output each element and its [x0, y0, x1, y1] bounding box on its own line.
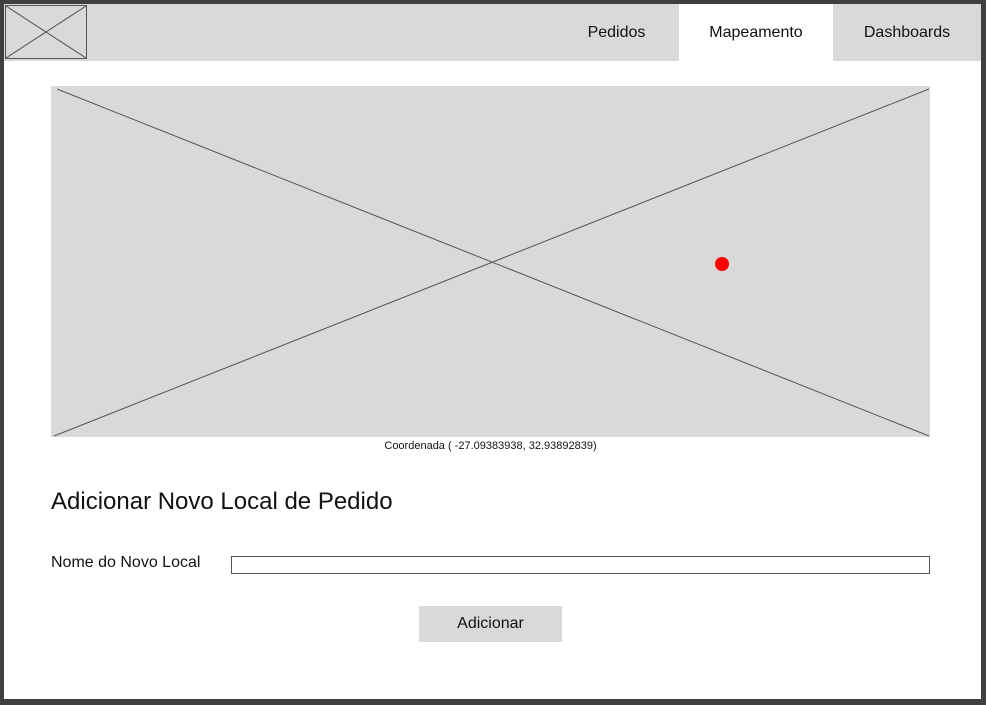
name-field[interactable]: [231, 556, 930, 574]
location-marker-icon[interactable]: [715, 257, 729, 271]
app-window: Pedidos Mapeamento Dashboards Coordenada…: [4, 4, 981, 699]
map-placeholder-icon: [53, 88, 930, 437]
tab-mapeamento[interactable]: Mapeamento: [679, 4, 833, 61]
logo-placeholder-icon[interactable]: [5, 5, 87, 59]
section-title: Adicionar Novo Local de Pedido: [51, 488, 393, 515]
add-button[interactable]: Adicionar: [419, 606, 562, 642]
top-navbar: Pedidos Mapeamento Dashboards: [4, 4, 981, 61]
tab-pedidos[interactable]: Pedidos: [554, 4, 679, 61]
name-field-label: Nome do Novo Local: [51, 554, 201, 571]
map-view[interactable]: [51, 86, 930, 437]
coordinate-readout: Coordenada ( -27.09383938, 32.93892839): [384, 440, 597, 452]
tab-dashboards[interactable]: Dashboards: [833, 4, 981, 61]
